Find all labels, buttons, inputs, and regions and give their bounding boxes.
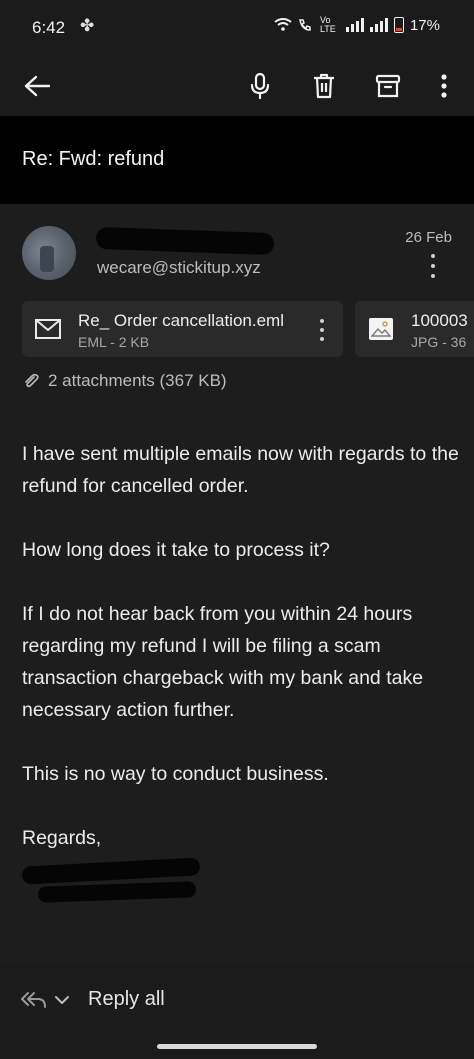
- wifi-calling-icon: [299, 19, 311, 31]
- reply-all-button[interactable]: Reply all: [20, 988, 165, 1011]
- message-more-button[interactable]: [422, 254, 444, 278]
- body-paragraph: This is no way to conduct business.: [22, 763, 329, 785]
- email-subject: Re: Fwd: refund: [22, 148, 165, 170]
- more-vertical-icon: [441, 74, 447, 98]
- trash-icon: [314, 73, 334, 99]
- body-closing: Regards,: [22, 827, 102, 849]
- sender-email[interactable]: wecare@stickitup.xyz: [97, 258, 261, 278]
- attachment-meta: EML - 2 KB: [78, 334, 150, 350]
- reply-all-label: Reply all: [88, 988, 165, 1010]
- attachment-name: 100003: [411, 311, 468, 330]
- attachment-meta: JPG - 36: [411, 334, 467, 350]
- envelope-icon: [35, 319, 61, 339]
- home-indicator[interactable]: [157, 1044, 317, 1049]
- email-body: I have sent multiple emails now with reg…: [22, 438, 462, 854]
- microphone-icon: [250, 72, 270, 100]
- body-paragraph: If I do not hear back from you within 24…: [22, 603, 424, 721]
- signal-icon-2: [369, 18, 388, 32]
- body-paragraph: How long does it take to process it?: [22, 539, 330, 561]
- status-time: 6:42: [32, 18, 66, 37]
- more-options-button[interactable]: [422, 64, 466, 108]
- reply-all-icon: [21, 991, 46, 1008]
- attachments-summary-text: 2 attachments (367 KB): [48, 371, 227, 390]
- arrow-left-icon: [24, 75, 51, 97]
- wifi-icon: [274, 18, 292, 31]
- top-toolbar: [0, 56, 474, 116]
- chevron-down-icon[interactable]: [54, 994, 70, 1006]
- battery-icon: [393, 17, 404, 33]
- email-date: 26 Feb: [405, 229, 452, 246]
- avatar[interactable]: [22, 226, 76, 280]
- attachment-card[interactable]: Re_ Order cancellation.eml EML - 2 KB: [22, 301, 343, 357]
- pinwheel-icon: ✤: [80, 16, 95, 35]
- volte-label: Vo LTE: [319, 15, 336, 34]
- body-paragraph: I have sent multiple emails now with reg…: [22, 443, 459, 497]
- paperclip-icon: [25, 373, 39, 388]
- delete-button[interactable]: [302, 64, 346, 108]
- signal-icon: [345, 18, 364, 32]
- image-icon: [369, 318, 393, 340]
- attachment-name: Re_ Order cancellation.eml: [78, 311, 284, 330]
- archive-button[interactable]: [366, 64, 410, 108]
- back-button[interactable]: [15, 64, 59, 108]
- voice-button[interactable]: [238, 64, 282, 108]
- archive-icon: [375, 74, 401, 98]
- attachment-more-button[interactable]: [318, 319, 326, 341]
- battery-percent: 17%: [409, 16, 440, 34]
- status-icons: Vo LTE 17%: [274, 16, 440, 34]
- attachment-card[interactable]: 100003 JPG - 36: [355, 301, 474, 357]
- status-bar: 6:42 ✤ Vo LTE 17%: [0, 0, 474, 56]
- attachments-summary[interactable]: 2 attachments (367 KB): [22, 371, 227, 391]
